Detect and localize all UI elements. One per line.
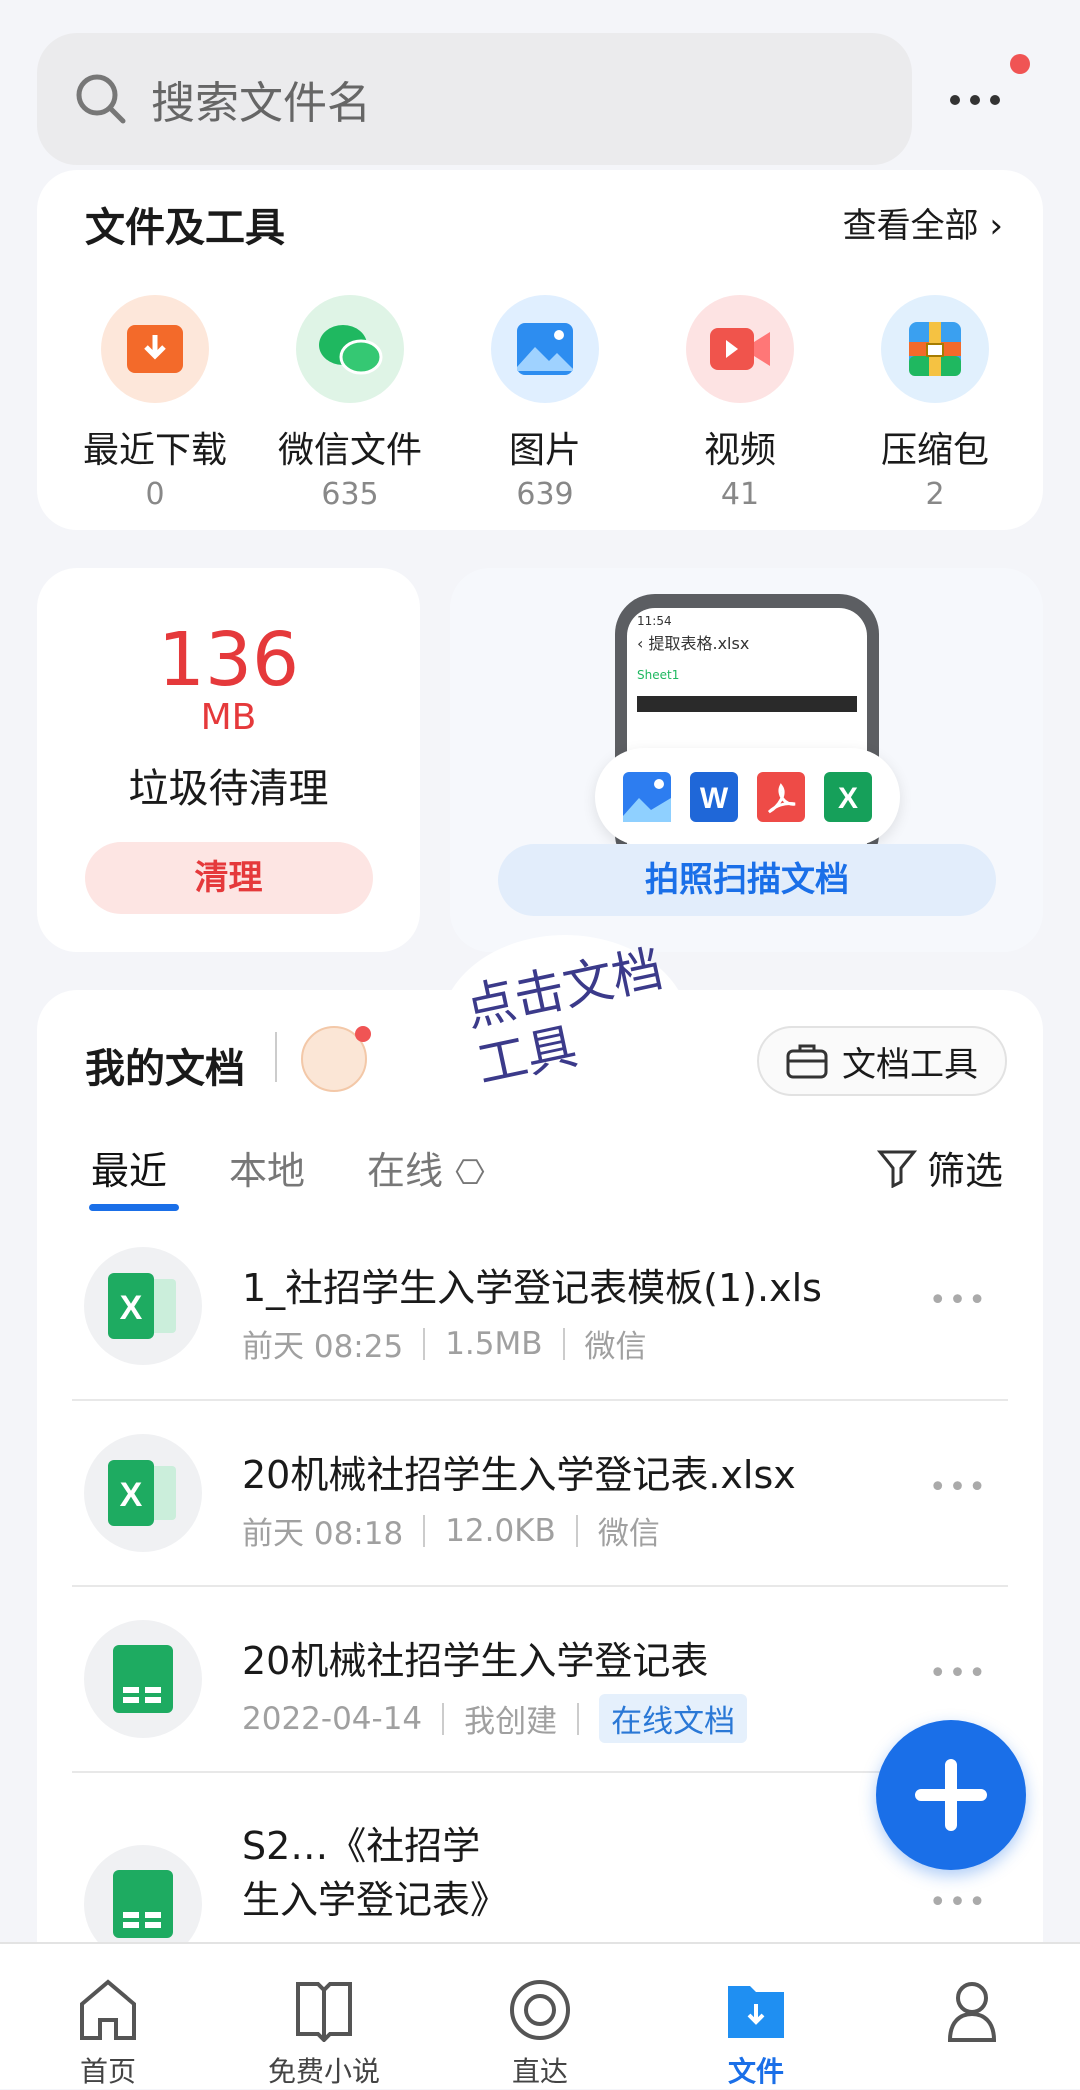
tab-recent[interactable]: 最近	[91, 1140, 167, 1195]
plus-icon	[915, 1759, 987, 1831]
cloud-folder-icon: ⎔	[455, 1153, 485, 1193]
word-icon: W	[689, 772, 738, 822]
view-all-link[interactable]: 查看全部 ›	[843, 198, 1003, 247]
nav-direct[interactable]: 直达	[470, 1978, 610, 2090]
nav-profile[interactable]	[902, 1978, 1042, 2050]
junk-unit: MB	[200, 697, 257, 738]
tools-title: 文件及工具	[85, 205, 285, 251]
notification-dot	[1010, 54, 1030, 74]
format-icons: W X	[595, 748, 900, 846]
my-docs-title: 我的文档	[85, 1046, 245, 1092]
nav-home[interactable]: 首页	[38, 1978, 178, 2090]
row-more-button[interactable]: •••	[929, 1656, 988, 1691]
scan-document-button[interactable]: 拍照扫描文档	[498, 844, 996, 916]
folder-download-icon	[728, 1986, 784, 2038]
excel-format-icon: X	[824, 772, 873, 822]
filter-button[interactable]: 筛选	[876, 1140, 1003, 1195]
clean-button[interactable]: 清理	[84, 842, 373, 914]
file-row[interactable]: X 20机械社招学生入学登记表.xlsx 前天 08:18 12.0KB 微信 ••…	[72, 1432, 1008, 1572]
tools-card: 文件及工具 查看全部 › 最近下载 0 微信文件 635 图片 639 视频 41 压缩…	[37, 170, 1043, 530]
cleanup-card: 136 MB 垃圾待清理 清理	[37, 568, 420, 952]
tool-images[interactable]: 图片 639	[465, 295, 625, 512]
row-more-button[interactable]: •••	[929, 1470, 988, 1505]
active-tab-indicator	[89, 1204, 179, 1211]
tool-recent-downloads[interactable]: 最近下载 0	[75, 295, 235, 512]
briefcase-icon	[786, 1044, 828, 1079]
online-sheet-icon	[113, 1870, 173, 1938]
wechat-icon	[319, 325, 383, 375]
add-button[interactable]	[876, 1720, 1026, 1870]
home-icon	[80, 1979, 136, 2040]
online-doc-tag: 在线文档	[599, 1694, 748, 1743]
image-format-icon	[622, 772, 671, 822]
row-more-button[interactable]: •••	[929, 1885, 988, 1920]
search-bar[interactable]: 搜索文件名	[37, 33, 912, 165]
tool-wechat-files[interactable]: 微信文件 635	[270, 295, 430, 512]
junk-size: 136	[157, 617, 300, 703]
junk-label: 垃圾待清理	[128, 766, 329, 812]
tab-online[interactable]: 在线 ⎔	[367, 1140, 485, 1195]
bottom-nav: 首页 免费小说 直达 文件	[0, 1942, 1080, 2089]
video-icon	[710, 328, 770, 370]
search-icon	[76, 74, 126, 124]
file-row[interactable]: S2…《社招学 生入学登记表》 •••	[72, 1805, 1008, 1945]
tab-local[interactable]: 本地	[229, 1140, 305, 1195]
book-icon	[296, 1982, 352, 2042]
online-sheet-icon	[113, 1645, 173, 1713]
file-row[interactable]: 20机械社招学生入学登记表 2022-04-14 我创建 在线文档 •••	[72, 1618, 1008, 1758]
scan-card[interactable]: 11:54 ‹ 提取表格.xlsx Sheet1 W X 拍照扫描文档	[450, 568, 1043, 952]
more-menu-button[interactable]	[950, 80, 1030, 120]
svg-text:X: X	[120, 1289, 143, 1327]
pdf-icon	[757, 772, 806, 822]
nav-files[interactable]: 文件	[686, 1978, 826, 2090]
svg-text:X: X	[120, 1476, 143, 1514]
browser-q-icon	[510, 1980, 570, 2040]
filter-icon	[876, 1150, 917, 1188]
svg-text:W: W	[700, 782, 729, 815]
tool-videos[interactable]: 视频 41	[660, 295, 820, 512]
user-icon	[947, 1982, 997, 2042]
image-icon	[517, 323, 573, 375]
row-more-button[interactable]: •••	[929, 1283, 988, 1318]
nav-novels[interactable]: 免费小说	[254, 1978, 394, 2090]
search-placeholder: 搜索文件名	[151, 78, 371, 129]
tool-archives[interactable]: 压缩包 2	[855, 295, 1015, 512]
zip-icon	[909, 322, 961, 376]
svg-text:X: X	[838, 782, 858, 815]
file-row[interactable]: X 1_社招学生入学登记表模板(1).xls 前天 08:25 1.5MB 微信 •…	[72, 1245, 1008, 1385]
doc-tools-button[interactable]: 文档工具	[757, 1026, 1007, 1096]
download-icon	[127, 325, 183, 373]
excel-icon: X	[108, 1460, 176, 1526]
excel-icon: X	[108, 1273, 176, 1339]
